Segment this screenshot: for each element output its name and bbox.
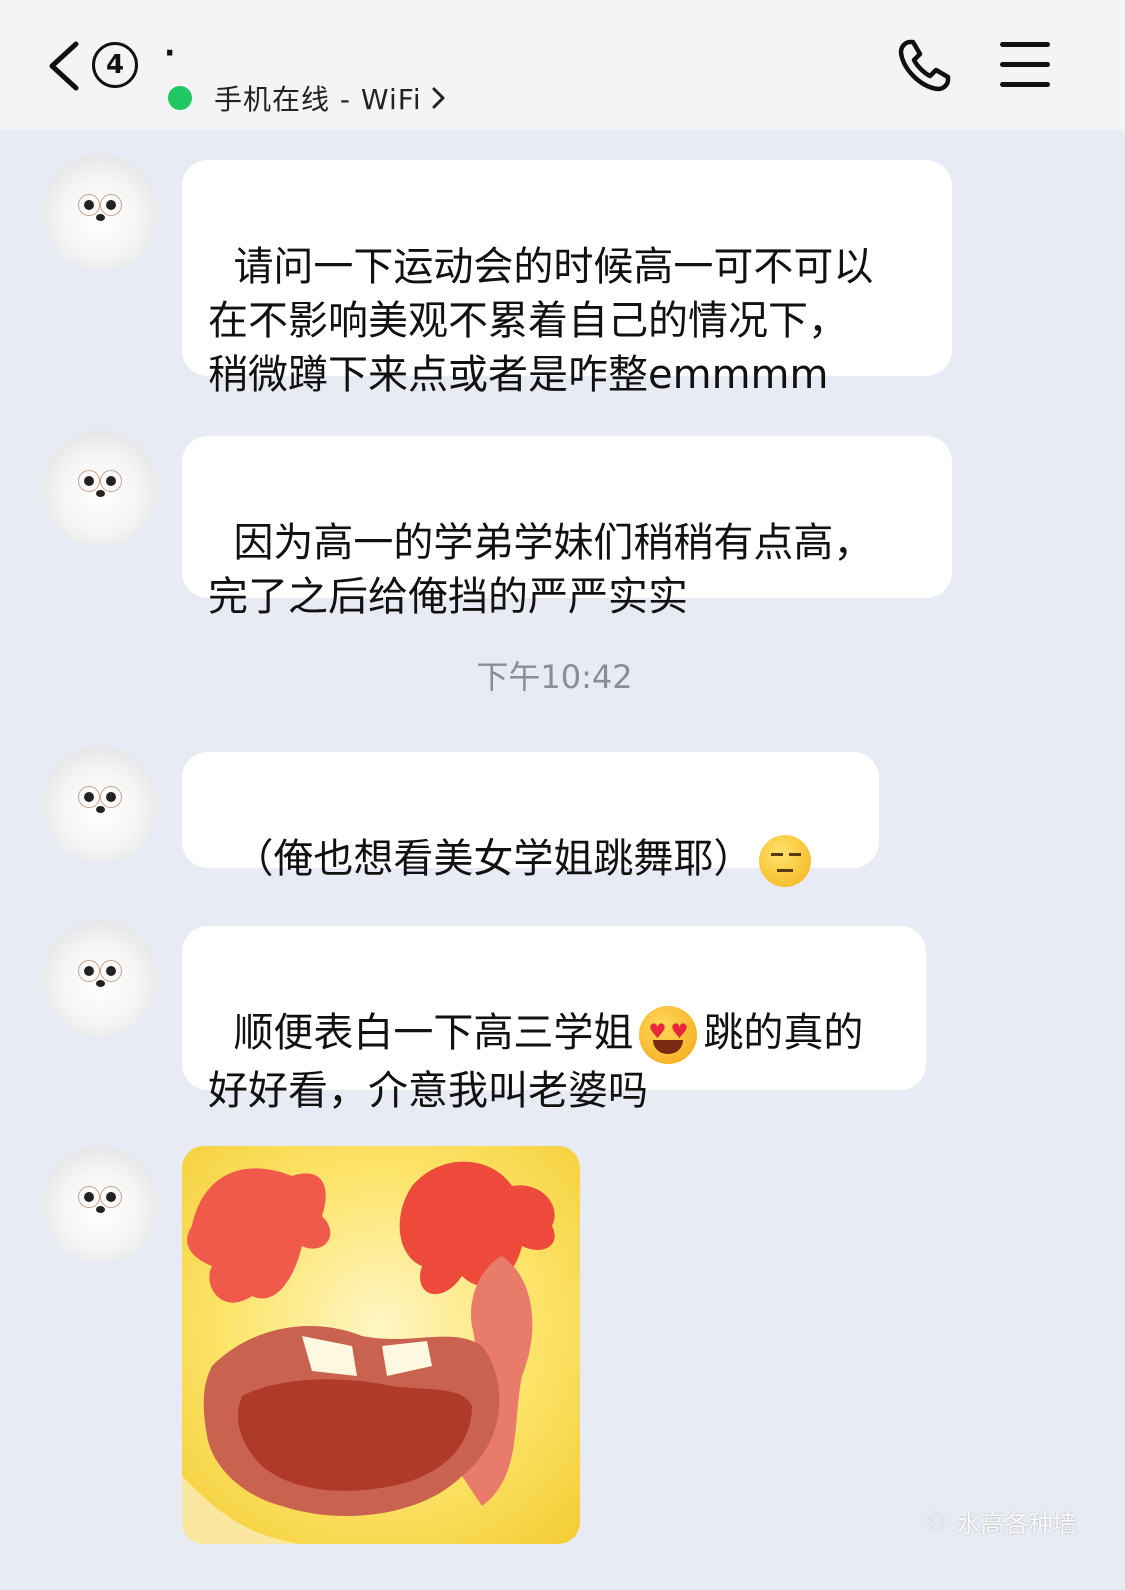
message-bubble[interactable]: 顺便表白一下高三学姐 ♥ ♥ 跳的真的 好好看，介意我叫老婆吗 (182, 926, 926, 1114)
contact-avatar[interactable] (42, 746, 158, 862)
online-status[interactable]: 手机在线 - WiFi (168, 78, 446, 118)
star-icon: ☆ (922, 1502, 951, 1540)
menu-line (1000, 82, 1050, 87)
unamused-face-emoji-icon (759, 835, 812, 887)
contact-name[interactable]: · (164, 36, 175, 71)
message-bubble[interactable]: （俺也想看美女学姐跳舞耶） (182, 752, 879, 887)
message-text: 因为高一的学弟学妹们稍稍有点高， 完了之后给俺挡的严严实实 (208, 520, 874, 620)
status-text: 手机在线 - WiFi (214, 83, 422, 116)
contact-avatar[interactable] (42, 920, 158, 1036)
menu-line (1000, 62, 1050, 67)
watermark-text: 水高各种墙 (956, 1509, 1077, 1538)
message-bubble[interactable]: 因为高一的学弟学妹们稍稍有点高， 完了之后给俺挡的严严实实 (182, 436, 952, 620)
contact-avatar[interactable] (42, 1146, 158, 1262)
message-text: 顺便表白一下高三学姐 (233, 1010, 634, 1056)
menu-line (1000, 42, 1050, 47)
online-dot-icon (168, 86, 192, 110)
message-timestamp: 下午10:42 (476, 658, 633, 696)
watermark: ☆ 水高各种墙 (922, 1502, 1077, 1540)
sticker-image[interactable] (182, 1146, 580, 1544)
chevron-right-icon (432, 87, 445, 109)
voice-call-button[interactable] (896, 36, 954, 94)
angry-face-sticker-icon (182, 1146, 580, 1544)
contact-avatar[interactable] (42, 154, 158, 270)
phone-icon (898, 39, 951, 92)
message-text: （俺也想看美女学姐跳舞耶） (233, 836, 754, 882)
chevron-left-icon (49, 41, 79, 91)
menu-button[interactable] (1000, 42, 1050, 88)
contact-avatar[interactable] (42, 430, 158, 546)
unread-count-badge[interactable]: 4 (92, 42, 138, 88)
heart-eyes-emoji-icon: ♥ ♥ (639, 1006, 698, 1064)
back-button[interactable] (44, 38, 84, 94)
message-bubble[interactable]: 请问一下运动会的时候高一可不可以 在不影响美观不累着自己的情况下， 稍微蹲下来点… (182, 160, 952, 398)
chat-header: 4 · 手机在线 - WiFi (0, 0, 1125, 130)
message-text: 请问一下运动会的时候高一可不可以 在不影响美观不累着自己的情况下， 稍微蹲下来点… (208, 244, 874, 398)
